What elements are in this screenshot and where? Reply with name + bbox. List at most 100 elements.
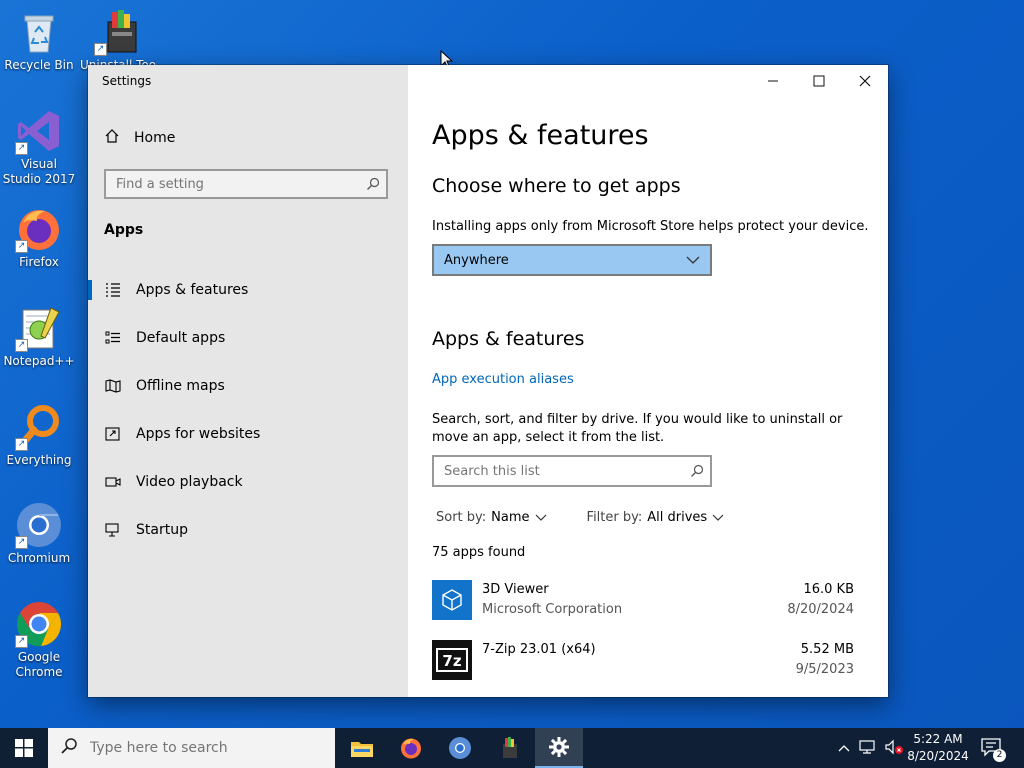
taskbar-uninstall-tool[interactable]	[485, 728, 533, 768]
sidebar-item-default-apps[interactable]: Default apps	[88, 318, 408, 358]
taskbar-clock[interactable]: 5:22 AM 8/20/2024	[904, 731, 972, 765]
desktop-icon-recycle-bin[interactable]: Recycle Bin	[1, 8, 77, 73]
maximize-button[interactable]	[796, 65, 842, 97]
close-icon	[859, 75, 871, 87]
find-setting-search[interactable]	[104, 169, 388, 199]
sort-by-label: Sort by:	[436, 510, 487, 525]
start-button[interactable]	[0, 728, 48, 768]
volume-muted-icon[interactable]	[884, 739, 904, 758]
desktop-icon-visual-studio[interactable]: ↗ Visual Studio 2017	[1, 107, 77, 187]
app-name: 3D Viewer	[482, 582, 549, 597]
search-list-box[interactable]	[432, 455, 712, 487]
list-item[interactable]: 7z 7-Zip 23.01 (x64) 5.52 MB 9/5/2023	[432, 640, 856, 688]
apps-features-heading: Apps & features	[432, 328, 585, 350]
taskbar-settings[interactable]	[535, 728, 583, 768]
sidebar-item-label: Offline maps	[136, 378, 225, 394]
close-button[interactable]	[842, 65, 888, 97]
home-icon	[104, 128, 120, 148]
default-apps-icon	[104, 331, 122, 345]
firefox-icon	[401, 738, 421, 759]
windows-logo-icon	[15, 739, 33, 757]
filter-by-value: All drives	[647, 510, 708, 525]
desktop-icon-chromium[interactable]: ↗ Chromium	[1, 501, 77, 566]
desktop-icon-firefox[interactable]: ↗ Firefox	[1, 205, 77, 270]
show-hidden-icons-chevron-up-icon[interactable]	[838, 741, 850, 755]
app-source-dropdown[interactable]: Anywhere	[432, 244, 712, 276]
app-date: 8/20/2024	[787, 602, 854, 617]
desktop-icon-label: Everything	[6, 453, 72, 467]
filter-by-dropdown[interactable]: Filter by: All drives	[587, 510, 725, 525]
sidebar-item-apps-for-websites[interactable]: Apps for websites	[88, 414, 408, 454]
everything-search-icon: ↗	[15, 403, 63, 451]
desktop-icon-label: Visual Studio 2017	[2, 157, 76, 186]
shortcut-arrow-icon: ↗	[15, 142, 28, 155]
chevron-down-icon	[686, 253, 700, 268]
desktop-icon-google-chrome[interactable]: ↗ Google Chrome	[1, 600, 77, 680]
search-list-input[interactable]	[434, 457, 694, 485]
sort-by-value: Name	[491, 510, 530, 525]
taskbar-chromium[interactable]	[436, 728, 484, 768]
sidebar-item-label: Default apps	[136, 330, 226, 346]
sidebar-item-startup[interactable]: Startup	[88, 510, 408, 550]
sidebar-item-label: Video playback	[136, 474, 243, 490]
taskbar-search-box[interactable]	[48, 728, 335, 768]
google-chrome-icon: ↗	[15, 600, 63, 648]
visual-studio-icon: ↗	[15, 107, 63, 155]
shortcut-arrow-icon: ↗	[15, 240, 28, 253]
chevron-down-icon	[535, 510, 547, 525]
nav-home[interactable]: Home	[104, 128, 175, 148]
uninstall-tool-icon	[503, 737, 517, 758]
sidebar-item-video-playback[interactable]: Video playback	[88, 462, 408, 502]
settings-window[interactable]: Settings Home Apps Apps & features Defau	[88, 65, 888, 697]
shortcut-arrow-icon: ↗	[15, 438, 28, 451]
desktop-icon-uninstall-tool[interactable]: ↗ Uninstall Tool	[80, 8, 156, 73]
taskbar-firefox[interactable]	[387, 728, 435, 768]
sort-by-dropdown[interactable]: Sort by: Name	[436, 510, 547, 525]
sort-filter-bar: Sort by: Name Filter by: All drives	[436, 510, 724, 525]
desktop-icon-label: Notepad++	[3, 354, 75, 368]
search-icon	[60, 737, 78, 759]
chromium-icon	[449, 737, 471, 759]
svg-text:7z: 7z	[442, 652, 461, 670]
map-icon	[104, 379, 122, 393]
sidebar-item-apps-features[interactable]: Apps & features	[88, 270, 408, 310]
video-icon	[104, 475, 122, 489]
app-execution-aliases-link[interactable]: App execution aliases	[432, 372, 574, 387]
notepad-plus-plus-icon: ↗	[15, 304, 63, 352]
firefox-icon: ↗	[15, 205, 63, 253]
website-link-icon	[104, 427, 122, 441]
app-size: 5.52 MB	[800, 642, 854, 657]
search-icon[interactable]	[366, 176, 380, 195]
network-icon[interactable]	[858, 739, 876, 758]
filter-by-label: Filter by:	[586, 510, 643, 525]
startup-icon	[104, 523, 122, 537]
3d-viewer-icon	[432, 580, 472, 620]
choose-apps-description: Installing apps only from Microsoft Stor…	[432, 219, 869, 234]
taskbar: 5:22 AM 8/20/2024 2	[0, 728, 1024, 768]
search-icon[interactable]	[690, 463, 704, 482]
minimize-button[interactable]	[750, 65, 796, 97]
list-item[interactable]: 3D Viewer Microsoft Corporation 16.0 KB …	[432, 580, 856, 628]
sidebar-item-label: Startup	[136, 522, 188, 538]
minimize-icon	[768, 80, 778, 82]
sidebar-item-label: Apps for websites	[136, 426, 261, 442]
settings-content-pane: Apps & features Choose where to get apps…	[408, 65, 888, 697]
notification-count-badge: 2	[993, 748, 1006, 762]
gear-icon	[549, 737, 569, 757]
sidebar-item-offline-maps[interactable]: Offline maps	[88, 366, 408, 406]
find-setting-input[interactable]	[106, 171, 366, 197]
desktop-icon-everything[interactable]: ↗ Everything	[1, 403, 77, 468]
desktop-icon-label: Chromium	[7, 551, 71, 565]
7zip-icon: 7z	[432, 640, 472, 680]
desktop-icon-label: Recycle Bin	[4, 58, 74, 72]
clock-date: 8/20/2024	[907, 749, 969, 763]
window-title: Settings	[102, 74, 152, 88]
taskbar-search-input[interactable]	[88, 739, 322, 757]
app-size: 16.0 KB	[803, 582, 854, 597]
page-title: Apps & features	[432, 120, 649, 151]
action-center-button[interactable]: 2	[980, 728, 1006, 768]
taskbar-file-explorer[interactable]	[338, 728, 386, 768]
desktop-icon-notepad-plus-plus[interactable]: ↗ Notepad++	[1, 304, 77, 369]
settings-nav-pane: Settings Home Apps Apps & features Defau	[88, 65, 408, 697]
app-name: 7-Zip 23.01 (x64)	[482, 642, 596, 657]
